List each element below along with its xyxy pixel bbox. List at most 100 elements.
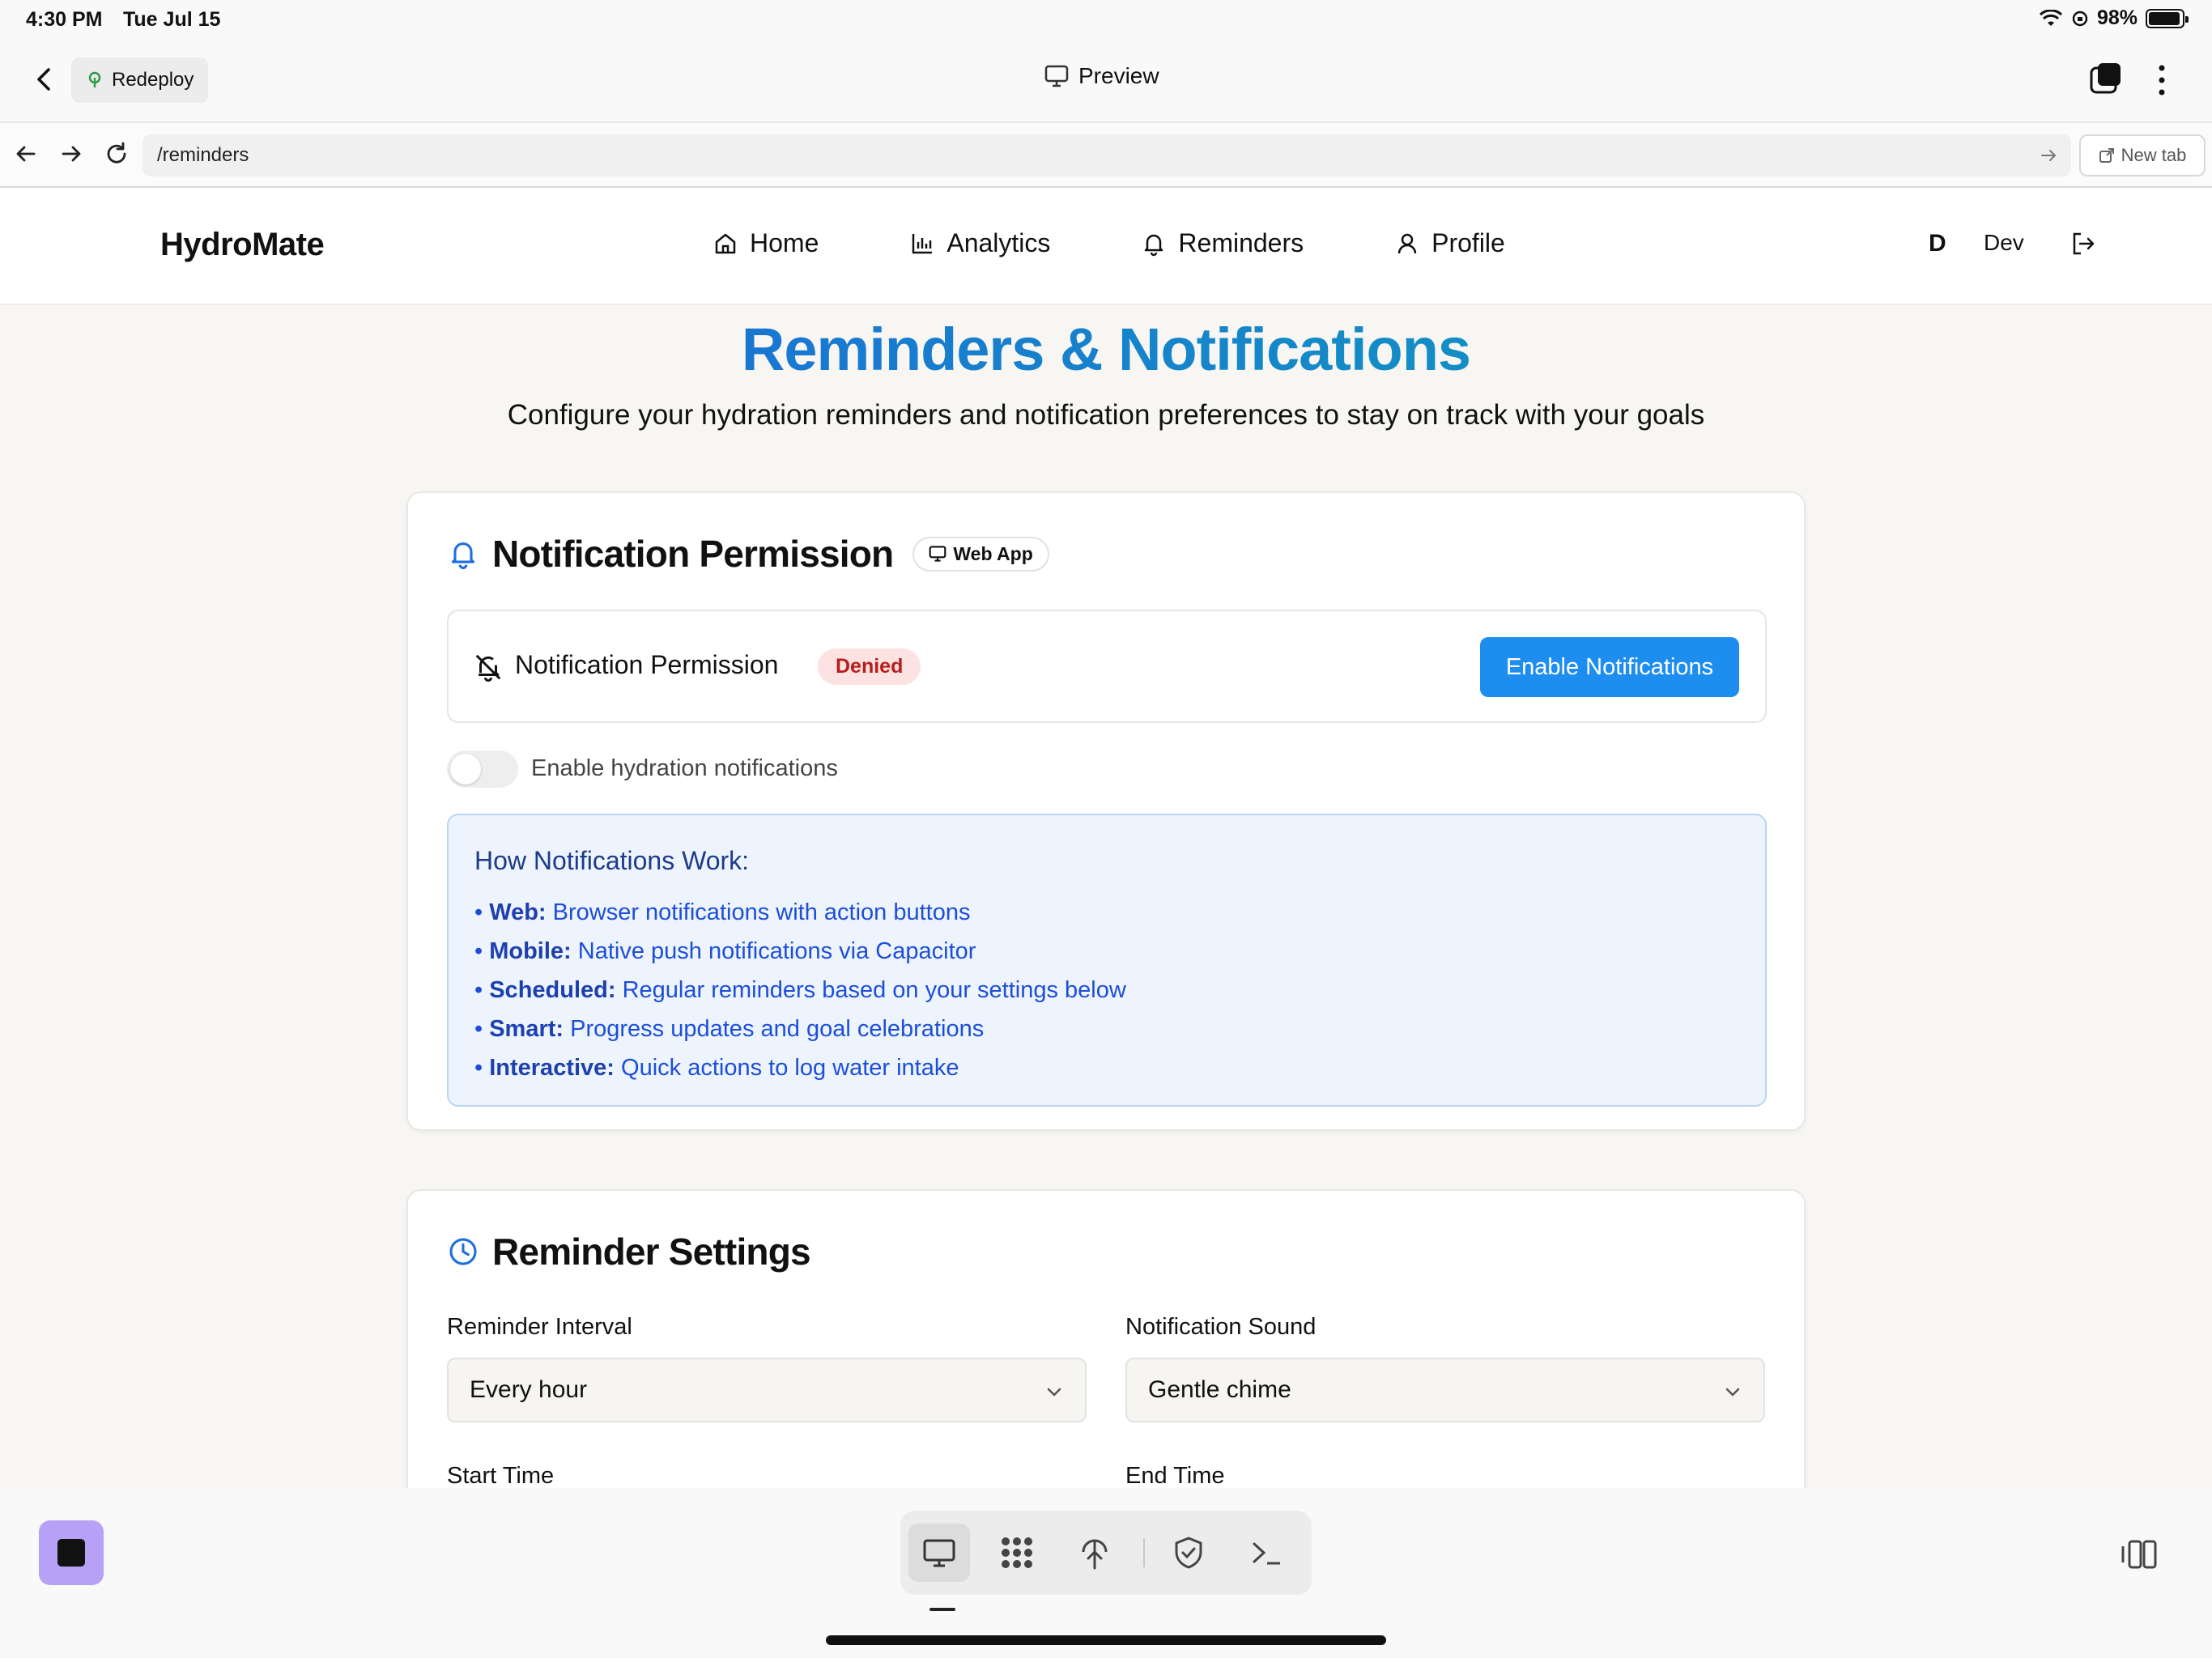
monitor-icon <box>923 1539 955 1567</box>
stop-icon <box>57 1539 85 1567</box>
monitor-icon <box>1044 65 1069 87</box>
info-term: Mobile: <box>489 938 572 964</box>
nav-home-label: Home <box>750 228 819 257</box>
dock-separator <box>1143 1538 1145 1567</box>
reminder-settings-card: Reminder Settings Reminder Interval Ever… <box>406 1189 1806 1488</box>
dock-preview-button[interactable] <box>908 1524 970 1582</box>
info-text: Quick actions to log water intake <box>621 1055 959 1081</box>
user-avatar-initial[interactable]: D <box>1929 230 1946 257</box>
new-tab-button[interactable]: New tab <box>2079 134 2206 176</box>
home-icon <box>715 233 736 253</box>
main-nav: Home Analytics Reminders Profile <box>713 228 1505 258</box>
dock-deploy-button[interactable] <box>1064 1524 1125 1582</box>
nav-profile[interactable]: Profile <box>1394 228 1505 258</box>
arrow-right-icon[interactable] <box>57 139 86 168</box>
status-right: 98% <box>2039 6 2189 30</box>
clock-icon <box>449 1238 477 1265</box>
status-badge: Denied <box>818 648 921 685</box>
enable-notifications-button[interactable]: Enable Notifications <box>1480 637 1739 697</box>
nav-home[interactable]: Home <box>713 228 819 258</box>
reminder-interval-label: Reminder Interval <box>447 1314 632 1340</box>
info-list: • Web: Browser notifications with action… <box>474 893 1126 1087</box>
reminder-interval-select[interactable]: Every hour <box>447 1358 1087 1422</box>
orientation-lock-icon <box>2072 11 2088 26</box>
hydration-notifications-label: Enable hydration notifications <box>531 755 838 781</box>
home-indicator <box>826 1635 1386 1645</box>
info-term: Interactive: <box>489 1055 615 1081</box>
info-text: Browser notifications with action button… <box>552 899 971 925</box>
user-icon <box>1397 233 1417 253</box>
dock-security-button[interactable] <box>1158 1524 1219 1582</box>
info-item: • Scheduled: Regular reminders based on … <box>474 977 1126 1003</box>
notification-sound-select[interactable]: Gentle chime <box>1125 1358 1765 1422</box>
deploy-tree-icon <box>88 71 101 87</box>
status-bar: 4:30 PM Tue Jul 15 98% <box>0 0 2212 39</box>
info-item: • Mobile: Native push notifications via … <box>474 938 976 964</box>
hydration-notifications-toggle[interactable] <box>447 750 518 788</box>
logout-icon[interactable] <box>2069 230 2097 257</box>
url-text: /reminders <box>157 144 249 166</box>
end-time-label: End Time <box>1125 1463 1225 1488</box>
app-logo[interactable]: HydroMate <box>160 227 325 263</box>
bar-chart-icon <box>912 233 933 253</box>
nav-profile-label: Profile <box>1431 228 1505 257</box>
info-title: How Notifications Work: <box>474 846 750 875</box>
external-link-icon <box>2099 148 2114 163</box>
top-bar: Redeploy Preview <box>0 39 2212 123</box>
more-vertical-icon[interactable] <box>2154 63 2170 97</box>
page-content: Reminders & Notifications Configure your… <box>0 305 2212 1488</box>
start-time-label: Start Time <box>447 1463 555 1488</box>
status-time: 4:30 PM <box>26 8 103 31</box>
bottom-dock <box>0 1488 2212 1658</box>
sidebar-toggle-icon[interactable] <box>2120 1538 2159 1571</box>
bell-icon <box>451 542 475 570</box>
info-term: Web: <box>489 899 547 925</box>
stop-button[interactable] <box>39 1520 104 1585</box>
reminder-interval-value: Every hour <box>470 1376 588 1403</box>
dock-apps-button[interactable] <box>986 1524 1048 1582</box>
preview-title: Preview <box>1044 63 1159 89</box>
info-text: Regular reminders based on your settings… <box>622 977 1126 1003</box>
active-indicator <box>929 1608 955 1611</box>
chevron-left-icon[interactable] <box>28 62 63 97</box>
url-bar: /reminders New tab <box>0 123 2212 188</box>
wifi-icon <box>2039 9 2062 26</box>
reload-icon[interactable] <box>102 139 131 168</box>
status-date: Tue Jul 15 <box>123 8 221 31</box>
dock-toolbar <box>900 1511 1312 1595</box>
info-text: Native push notifications via Capacitor <box>577 938 976 964</box>
nav-reminders-label: Reminders <box>1178 228 1304 257</box>
toggle-knob <box>450 754 481 784</box>
permission-status-box: Notification Permission Denied Enable No… <box>447 610 1767 723</box>
monitor-icon <box>929 546 946 562</box>
info-text: Progress updates and goal celebrations <box>570 1016 985 1042</box>
nav-analytics[interactable]: Analytics <box>909 228 1050 258</box>
terminal-icon <box>1253 1542 1280 1565</box>
notification-permission-card: Notification Permission Web App Notifica… <box>406 491 1806 1131</box>
permission-card-title: Notification Permission <box>492 533 894 575</box>
info-term: Smart: <box>489 1016 564 1042</box>
dock-shell-button[interactable] <box>1236 1524 1297 1582</box>
url-input[interactable]: /reminders <box>143 134 2071 176</box>
go-arrow-icon[interactable] <box>2039 146 2058 165</box>
app-header: HydroMate Home Analytics Reminders Profi… <box>0 188 2212 305</box>
platform-badge-label: Web App <box>953 542 1033 564</box>
redeploy-button[interactable]: Redeploy <box>71 57 209 103</box>
chevron-down-icon <box>1047 1388 1061 1397</box>
tabs-icon[interactable] <box>2089 62 2123 96</box>
battery-icon <box>2146 8 2189 28</box>
bell-icon <box>1145 234 1163 256</box>
redeploy-label: Redeploy <box>112 69 194 91</box>
user-name: Dev <box>1984 230 2024 255</box>
permission-card-header: Notification Permission Web App <box>447 532 1049 576</box>
info-term: Scheduled: <box>489 977 616 1003</box>
shield-check-icon <box>1175 1537 1202 1569</box>
info-item: • Interactive: Quick actions to log wate… <box>474 1055 959 1081</box>
arrow-left-icon[interactable] <box>11 139 40 168</box>
nav-reminders[interactable]: Reminders <box>1141 228 1304 258</box>
chevron-down-icon <box>1725 1388 1740 1397</box>
page-subtitle: Configure your hydration reminders and n… <box>507 399 1705 431</box>
bell-off-icon <box>475 654 501 682</box>
nav-analytics-label: Analytics <box>946 228 1051 257</box>
permission-status-label: Notification Permission <box>515 650 779 679</box>
